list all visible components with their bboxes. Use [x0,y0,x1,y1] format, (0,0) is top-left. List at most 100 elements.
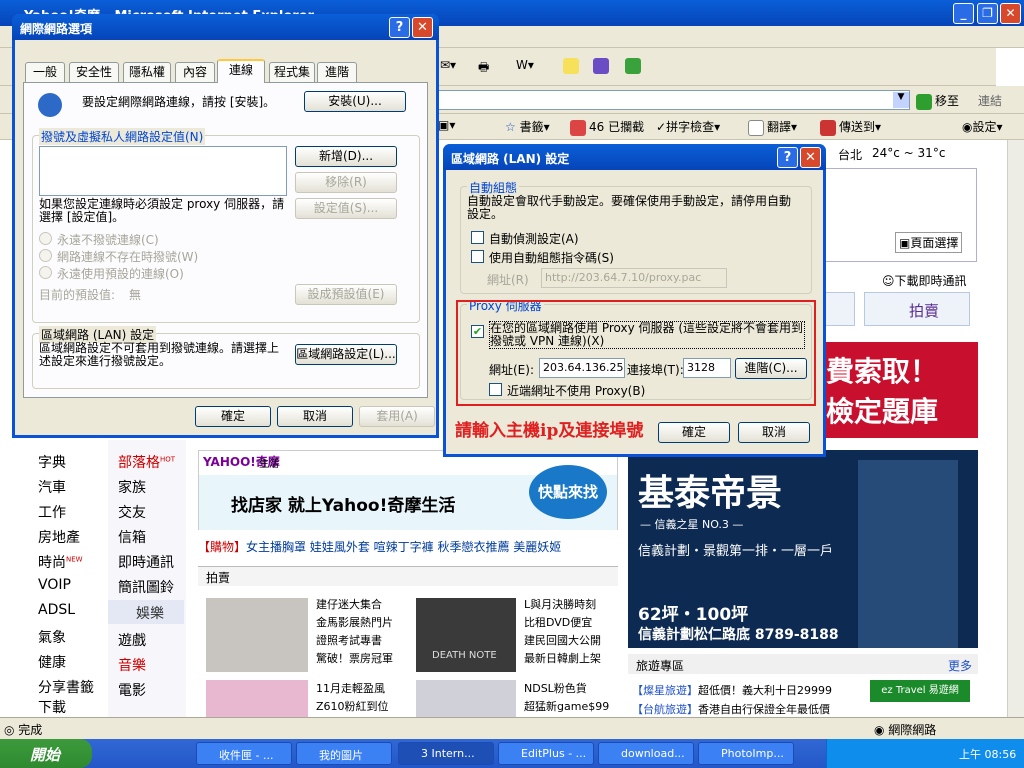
close-icon[interactable]: ✕ [1000,3,1021,24]
tab-security[interactable]: 安全性 [69,62,119,82]
radio-never-dial[interactable] [39,232,52,245]
close-icon[interactable]: ✕ [412,17,433,38]
news-photo-nds[interactable] [416,680,516,717]
network-globe-icon [38,93,62,117]
taskbar-item[interactable]: EditPlus - ... [498,742,594,765]
security-zone: ◉ 網際網路 [874,723,937,737]
dialup-settings-button[interactable]: 設定值(S)... [295,198,397,219]
address-input[interactable] [435,90,910,110]
category-item[interactable]: 音樂 [118,655,146,675]
research-icon[interactable] [593,58,612,74]
quick-find-button[interactable]: 快點來找 [529,465,607,519]
category-item[interactable]: 遊戲 [118,630,146,650]
ok-button[interactable]: 確定 [195,406,271,427]
category-item[interactable]: 汽車 [38,477,66,497]
category-item[interactable]: ADSL [38,602,75,618]
dialog-title: 網際網路選項 [20,22,93,36]
translate-button[interactable]: 翻譯▾ [748,118,797,136]
category-item[interactable]: 分享書籤 [38,677,94,697]
weather-city[interactable]: 台北 [838,146,862,163]
category-item[interactable]: 字典 [38,452,66,472]
news-photo-deathnote[interactable]: DEATH NOTE [416,598,516,672]
taskbar-item[interactable]: download... [598,742,694,765]
auction-button[interactable]: 拍賣 [864,292,970,326]
settings-button[interactable]: ◉設定▾ [962,118,1003,135]
category-item[interactable]: 健康 [38,652,66,672]
page-scrollbar[interactable] [1007,140,1024,717]
news-photo-baseball[interactable] [206,598,308,672]
category-item[interactable]: 信箱 [118,527,146,547]
tab-programs[interactable]: 程式集 [269,62,315,82]
tab-privacy[interactable]: 隱私權 [123,62,171,82]
realestate-ad[interactable]: 基泰帝景 — 信義之星 NO.3 — 信義計劃・景觀第一排・一層一戶 62坪・1… [628,450,978,648]
script-address-label: 網址(R) [487,273,529,287]
ad-banner-exam[interactable]: 費索取！ 檢定題庫 [812,342,978,438]
clock[interactable]: 上午 08:56 [959,746,1016,762]
travel-more-link[interactable]: 更多 [948,657,972,674]
send-to-button[interactable]: 傳送到▾ [820,118,881,136]
print-icon[interactable]: 🖶 [478,58,489,79]
category-item[interactable]: 家族 [118,477,146,497]
category-item[interactable]: VOIP [38,577,71,593]
add-connection-button[interactable]: 新增(D)... [295,146,397,167]
links-label[interactable]: 連結 [978,92,1002,109]
category-item[interactable]: 電影 [118,680,146,700]
shopping-links[interactable]: 【購物】女主播胸罩 娃娃風外套 喧辣丁字褲 秋季戀衣推薦 美麗妖姬 [198,538,618,555]
mail-icon[interactable]: ✉▾ [440,58,456,72]
edit-icon[interactable]: W▾ [516,58,534,72]
bookmarks-button[interactable]: ☆ 書籤▾ [505,118,550,135]
cancel-button[interactable]: 取消 [277,406,353,427]
set-default-button[interactable]: 設成預設值(E) [295,284,397,305]
setup-button[interactable]: 安裝(U)... [304,91,406,112]
category-item[interactable]: 房地產 [38,527,80,547]
download-messenger-link[interactable]: ☺下載即時通訊 [882,272,967,289]
auto-detect-checkbox[interactable] [471,231,484,244]
taskbar-item[interactable]: 我的圖片 [296,742,392,765]
help-icon[interactable]: ? [389,17,410,38]
eztravel-logo[interactable]: ez Travel 易遊網 [870,680,970,702]
toolbar-icon-a[interactable]: ▣▾ [438,118,455,132]
messenger-icon[interactable] [625,58,644,74]
maximize-icon[interactable]: ❐ [977,3,998,24]
tab-general[interactable]: 一般 [25,62,65,82]
apply-button[interactable]: 套用(A) [359,406,435,427]
page-select-button[interactable]: ▣頁面選擇 [895,232,963,253]
remove-connection-button[interactable]: 移除(R) [295,172,397,193]
cancel-button[interactable]: 取消 [738,422,810,443]
lan-settings-button[interactable]: 區域網路設定(L)... [295,344,397,365]
popup-blocker-button[interactable]: 46 已攔截 [570,118,644,136]
note-icon[interactable] [563,58,582,74]
address-dropdown-icon[interactable]: ▼ [893,92,909,108]
minimize-icon[interactable]: _ [953,3,974,24]
category-item[interactable]: 下載 [38,697,66,717]
tab-connections[interactable]: 連線 [217,59,265,83]
go-button[interactable]: 移至 [916,92,959,110]
auto-config-group: 自動組態 自動設定會取代手動設定。要確保使用手動設定，請停用自動設定。 自動偵測… [460,179,812,294]
auto-script-checkbox[interactable] [471,250,484,263]
taskbar-item[interactable]: 收件匣 - ... [196,742,292,765]
dialup-connections-list[interactable] [39,146,287,196]
travel-item[interactable]: 【台航旅遊】香港自由行保證全年最低價 [632,701,830,717]
radio-dial-when-no-network[interactable] [39,249,52,262]
category-item[interactable]: 簡訊圖鈴 [118,577,174,597]
radio-always-dial[interactable] [39,266,52,279]
tab-advanced[interactable]: 進階 [317,62,357,82]
taskbar-item[interactable]: PhotoImp... [698,742,794,765]
category-item[interactable]: 交友 [118,502,146,522]
ok-button[interactable]: 確定 [658,422,730,443]
category-item[interactable]: 即時通訊 [118,552,174,572]
script-address-input[interactable]: http://203.64.7.10/proxy.pac [541,268,727,288]
news-photo-phone[interactable] [206,680,308,717]
taskbar-item[interactable]: 3 Intern... [398,742,494,765]
category-item[interactable]: 部落格HOT [118,452,175,472]
tab-content[interactable]: 內容 [175,62,215,82]
yahoo-life-banner[interactable]: YAHOO!奇摩 生活 找店家 就上Yahoo!奇摩生活 快點來找 [198,450,618,530]
start-button[interactable]: 開始 [0,739,92,768]
category-item[interactable]: 工作 [38,502,66,522]
category-item[interactable]: 時尚NEW [38,552,83,572]
help-icon[interactable]: ? [777,147,798,168]
category-item[interactable]: 氣象 [38,627,66,647]
spell-check-button[interactable]: ✓拼字檢查▾ [656,118,720,135]
travel-item[interactable]: 【燦星旅遊】超低價！義大利十日29999 [632,682,832,698]
close-icon[interactable]: ✕ [800,147,821,168]
